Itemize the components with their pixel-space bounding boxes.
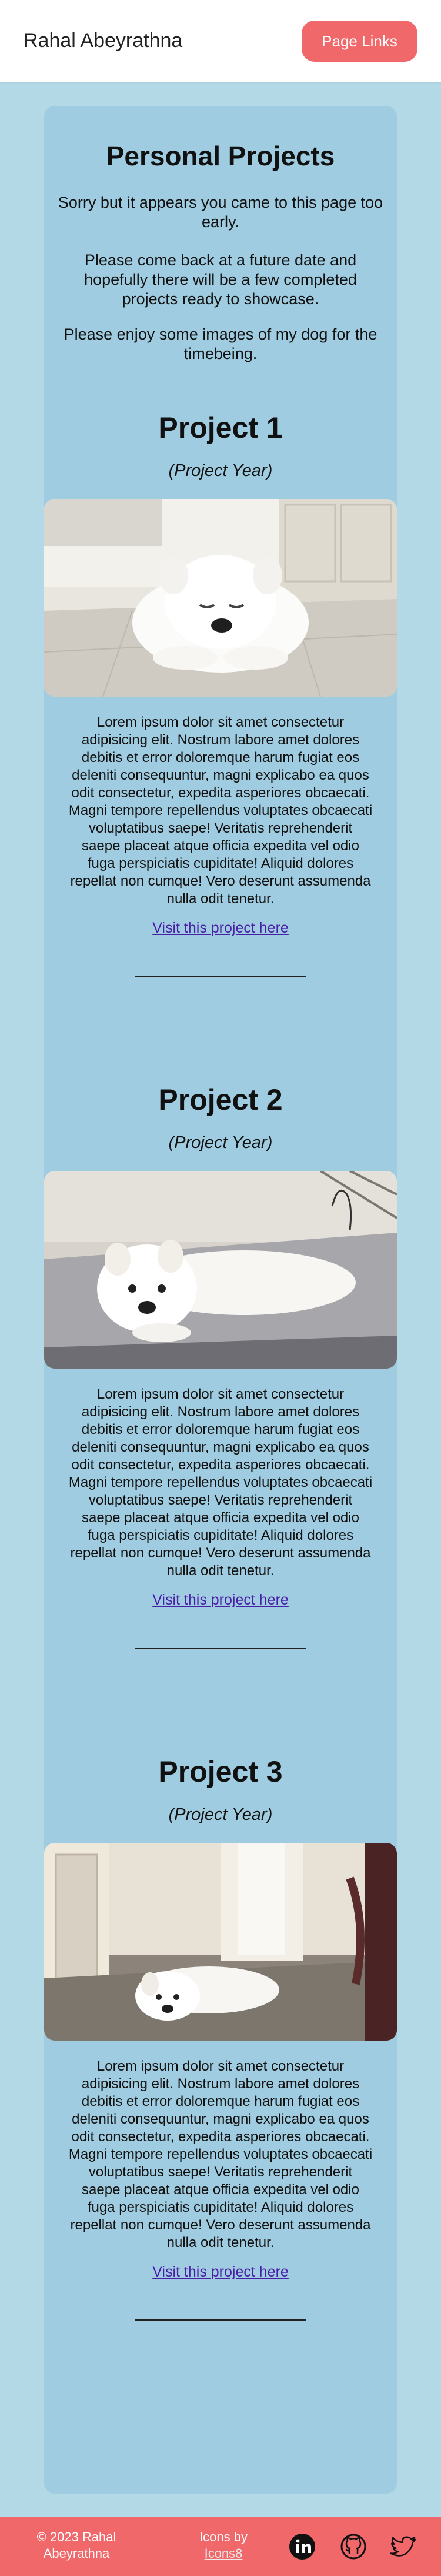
linkedin-icon[interactable] — [288, 2532, 316, 2561]
site-footer: © 2023 Rahal Abeyrathna Icons by Icons8 — [0, 2517, 441, 2576]
project-link[interactable]: Visit this project here — [44, 2264, 397, 2281]
section-divider — [135, 2319, 306, 2321]
project-description: Lorem ipsum dolor sit amet consectetur a… — [68, 714, 373, 907]
project-year: (Project Year) — [168, 461, 273, 480]
icons8-link[interactable]: Icons8 — [205, 2546, 243, 2561]
section-divider — [135, 1648, 306, 1649]
project-title: Project 3 — [158, 1755, 283, 1788]
intro-come-back: Please come back at a future date and ho… — [84, 251, 357, 308]
project-image-dog-sleeping-on-tiles — [44, 499, 397, 697]
intro-dog-images: Please enjoy some images of my dog for t… — [64, 325, 377, 362]
project-link[interactable]: Visit this project here — [44, 920, 397, 937]
site-header: Rahal Abeyrathna Page Links — [0, 0, 441, 82]
project-description: Lorem ipsum dolor sit amet consectetur a… — [68, 2058, 373, 2251]
project-title: Project 1 — [158, 411, 283, 444]
intro-apology: Sorry but it appears you came to this pa… — [58, 194, 383, 231]
project-image-dog-on-bed — [44, 1171, 397, 1369]
project-3: Project 3 (Project Year) Lorem ipsum dol… — [44, 1755, 397, 2425]
project-link[interactable]: Visit this project here — [44, 1592, 397, 1609]
twitter-icon[interactable] — [390, 2532, 418, 2561]
icons-credit: Icons by Icons8 — [176, 2529, 270, 2562]
page-links-button[interactable]: Page Links — [302, 21, 417, 62]
project-title: Project 2 — [158, 1083, 283, 1116]
section-divider — [135, 976, 306, 977]
brand-name: Rahal Abeyrathna — [24, 29, 183, 52]
project-year: (Project Year) — [168, 1805, 273, 1824]
icons-credit-label: Icons by — [199, 2530, 248, 2544]
project-year: (Project Year) — [168, 1133, 273, 1152]
project-2: Project 2 (Project Year) Lorem ipsum dol… — [44, 1083, 397, 1753]
copyright: © 2023 Rahal Abeyrathna — [36, 2530, 116, 2561]
project-description: Lorem ipsum dolor sit amet consectetur a… — [68, 1386, 373, 1579]
project-1: Project 1 (Project Year) Lorem ipsum dol… — [44, 411, 397, 1081]
github-icon[interactable] — [339, 2532, 368, 2561]
page-title: Personal Projects — [106, 141, 335, 171]
project-image-dog-on-carpet — [44, 1843, 397, 2041]
projects-card: Personal Projects Sorry but it appears y… — [44, 106, 397, 2494]
